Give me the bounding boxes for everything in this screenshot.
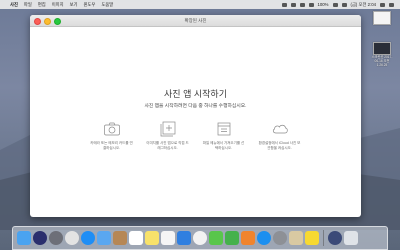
- notification-center-icon[interactable]: [389, 2, 394, 7]
- dock-separator: [323, 230, 324, 246]
- icloud-icon: [271, 121, 289, 137]
- battery-icon[interactable]: [332, 2, 338, 7]
- menu-bar: 사진 파일 편집 이미지 보기 윈도우 도움말 100% (금) 오전 2:04: [0, 0, 400, 9]
- window-titlebar[interactable]: 확장된 사진: [30, 15, 361, 27]
- wifi-icon[interactable]: [290, 2, 296, 7]
- ibooks-icon[interactable]: [241, 231, 255, 245]
- battery-percent[interactable]: 100%: [318, 2, 329, 7]
- calendar-icon[interactable]: [129, 231, 143, 245]
- option-connect-camera[interactable]: 카메라 또는 메모리 카드를 연결하십시오.: [90, 121, 134, 150]
- safari-icon[interactable]: [81, 231, 95, 245]
- option-file-import[interactable]: 파일 메뉴에서 가져오기를 선택하십시오.: [202, 121, 246, 150]
- option-label: 이미지를 사진 앱으로 직접 드래그하십시오.: [146, 141, 189, 150]
- menu-file[interactable]: 파일: [24, 2, 32, 8]
- bluetooth-icon[interactable]: [299, 2, 305, 7]
- desktop-file-caption: 스크린샷 2017-06-16 오전 1.26.25: [371, 55, 393, 67]
- page-subtitle: 사진 앱을 시작하려면 다음 중 하나를 수행하십시오.: [144, 104, 247, 109]
- option-drag-images[interactable]: 이미지를 사진 앱으로 직접 드래그하십시오.: [146, 121, 190, 150]
- status-tray: 100% (금) 오전 2:04: [281, 0, 394, 9]
- spotlight-icon[interactable]: [380, 2, 385, 7]
- downloads-icon[interactable]: [327, 231, 342, 245]
- option-label: 파일 메뉴에서 가져오기를 선택하십시오.: [202, 141, 245, 150]
- trash-icon[interactable]: [343, 231, 358, 245]
- file-import-icon: [215, 121, 233, 137]
- finder-icon[interactable]: [17, 231, 31, 245]
- menu-window[interactable]: 윈도우: [83, 2, 95, 8]
- facetime-icon[interactable]: [225, 231, 239, 245]
- volume-icon[interactable]: [308, 2, 314, 7]
- window-title: 확장된 사진: [184, 18, 207, 23]
- option-icloud[interactable]: 환경설정에서 iCloud 사진 보관함을 켜십시오.: [258, 121, 302, 150]
- screenshot-file-icon: [373, 11, 391, 25]
- menu-clock[interactable]: (금) 오전 2:04: [351, 2, 376, 8]
- option-label: 환경설정에서 iCloud 사진 보관함을 켜십시오.: [258, 141, 301, 150]
- reminders-icon[interactable]: [161, 231, 175, 245]
- desktop-file[interactable]: 스크린샷 2017-06-16 오전 1.26.25: [370, 42, 394, 67]
- messages-icon[interactable]: [209, 231, 223, 245]
- menu-help[interactable]: 도움말: [101, 2, 113, 8]
- menu-view[interactable]: 보기: [70, 2, 78, 8]
- launchpad-icon[interactable]: [49, 231, 63, 245]
- font-book-icon[interactable]: [289, 231, 303, 245]
- airplay-icon[interactable]: [281, 2, 287, 7]
- notes-icon[interactable]: [145, 231, 159, 245]
- import-photos-icon: [159, 121, 177, 137]
- chrome-icon[interactable]: [65, 231, 79, 245]
- desktop-file[interactable]: [370, 11, 394, 26]
- contacts-icon[interactable]: [113, 231, 127, 245]
- kakaotalk-icon[interactable]: [305, 231, 319, 245]
- menu-image[interactable]: 이미지: [52, 2, 64, 8]
- dock: [12, 226, 388, 250]
- getting-started-options: 카메라 또는 메모리 카드를 연결하십시오. 이미지를 사진 앱으로 직접 드래…: [30, 121, 361, 150]
- siri-icon[interactable]: [33, 231, 47, 245]
- mail-icon[interactable]: [97, 231, 111, 245]
- input-source-icon[interactable]: [341, 2, 347, 7]
- option-label: 카메라 또는 메모리 카드를 연결하십시오.: [90, 141, 133, 150]
- keynote-icon[interactable]: [177, 231, 191, 245]
- screenshot-file-icon: [373, 42, 391, 55]
- system-preferences-icon[interactable]: [273, 231, 287, 245]
- menu-edit[interactable]: 편집: [38, 2, 46, 8]
- photos-icon[interactable]: [193, 231, 207, 245]
- menu-app-name[interactable]: 사진: [10, 2, 18, 8]
- photos-window: 확장된 사진 사진 앱 시작하기 사진 앱을 시작하려면 다음 중 하나를 수행…: [30, 15, 361, 217]
- appstore-icon[interactable]: [257, 231, 271, 245]
- camera-icon: [103, 121, 121, 137]
- page-title: 사진 앱 시작하기: [164, 89, 227, 99]
